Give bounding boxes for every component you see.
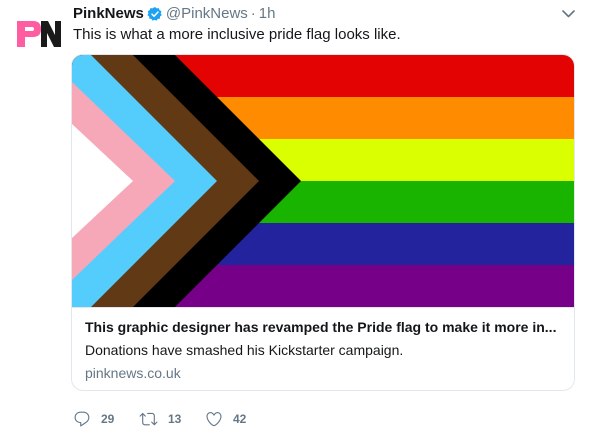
card-body: This graphic designer has revamped the P… bbox=[72, 307, 574, 390]
retweet-button[interactable]: 13 bbox=[139, 410, 205, 428]
reply-count: 29 bbox=[101, 412, 115, 426]
reply-button[interactable]: 29 bbox=[73, 410, 139, 428]
card-title[interactable]: This graphic designer has revamped the P… bbox=[85, 318, 565, 336]
separator-dot: · bbox=[250, 5, 256, 22]
tweet-header: PinkNews @PinkNews · 1h bbox=[73, 4, 577, 24]
card-image[interactable] bbox=[72, 55, 574, 307]
progress-pride-flag-image bbox=[72, 55, 574, 307]
chevron-down-icon[interactable] bbox=[561, 7, 575, 21]
reply-icon bbox=[74, 411, 90, 427]
author-name[interactable]: PinkNews bbox=[73, 4, 144, 24]
tweet-actions: 29 13 42 bbox=[73, 409, 246, 429]
verified-badge-icon bbox=[147, 6, 163, 22]
card-description: Donations have smashed his Kickstarter c… bbox=[85, 342, 404, 358]
heart-icon bbox=[206, 412, 222, 427]
tweet-text: This is what a more inclusive pride flag… bbox=[73, 26, 401, 43]
author-handle[interactable]: @PinkNews bbox=[166, 4, 248, 24]
link-card[interactable]: This graphic designer has revamped the P… bbox=[71, 54, 575, 391]
retweet-icon bbox=[139, 412, 158, 426]
avatar[interactable] bbox=[15, 9, 63, 57]
like-button[interactable]: 42 bbox=[205, 410, 246, 428]
pinknews-logo bbox=[17, 21, 61, 47]
retweet-count: 13 bbox=[168, 412, 182, 426]
like-count: 42 bbox=[233, 412, 247, 426]
card-domain[interactable]: pinknews.co.uk bbox=[85, 364, 181, 382]
timestamp[interactable]: 1h bbox=[259, 4, 276, 24]
